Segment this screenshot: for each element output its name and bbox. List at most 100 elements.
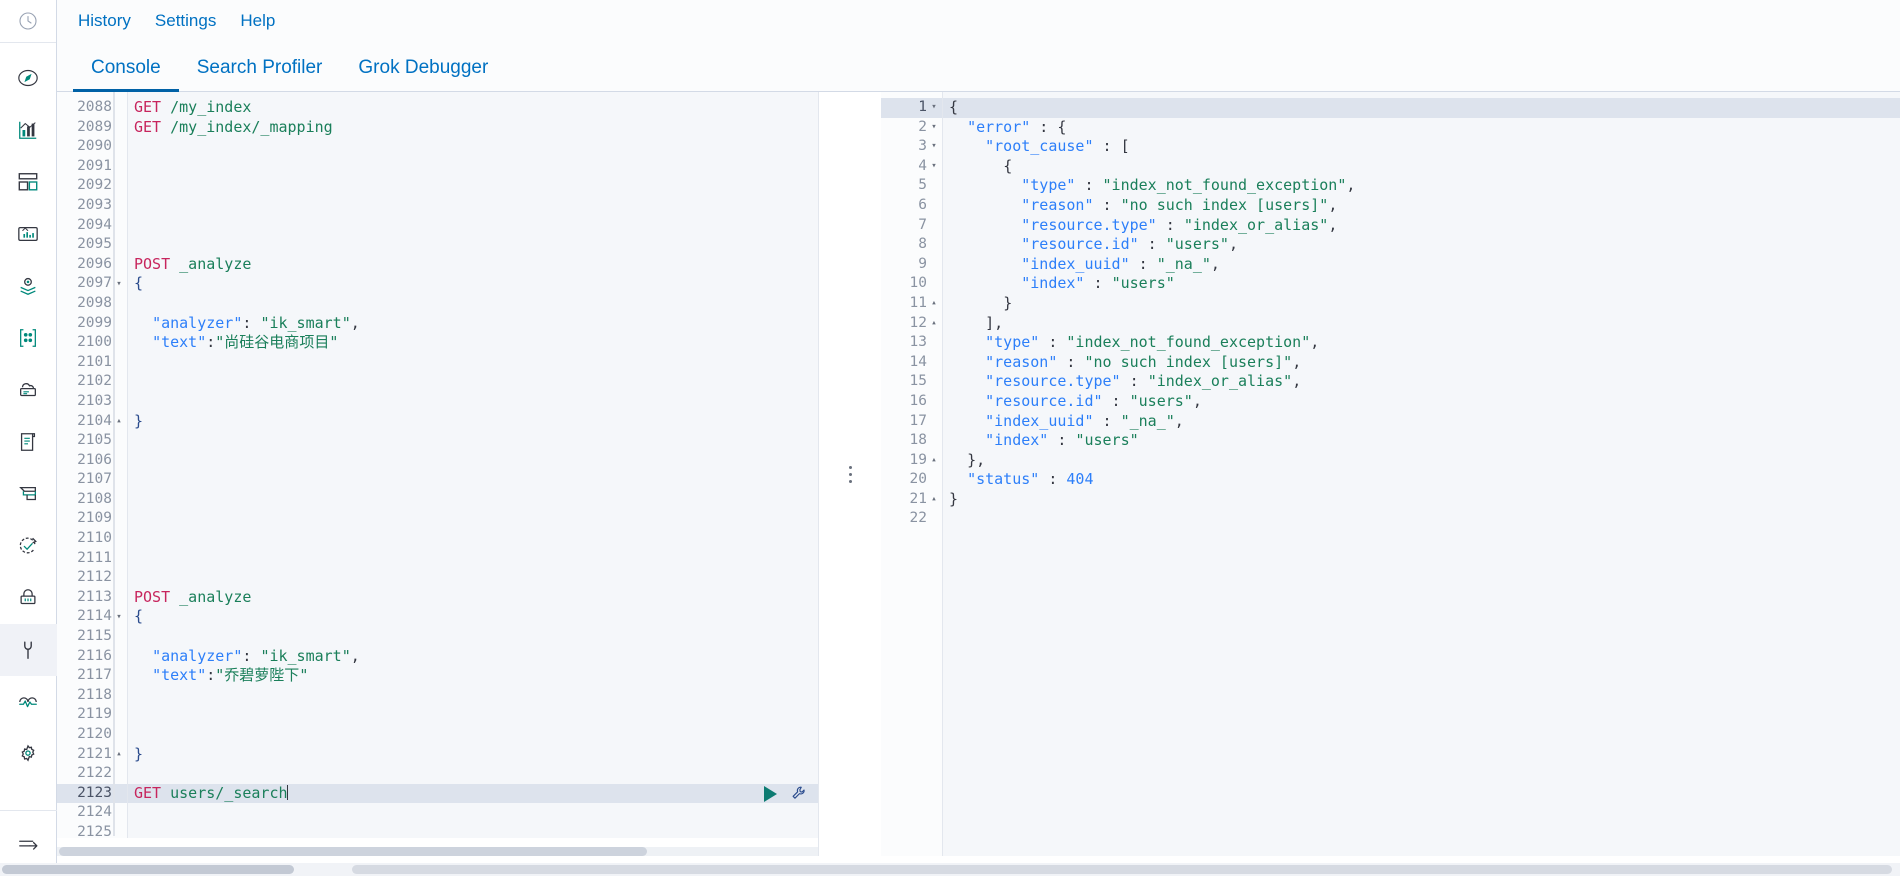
code-line[interactable] xyxy=(128,803,818,823)
code-line[interactable] xyxy=(128,216,818,236)
code-line[interactable]: GET users/_search xyxy=(128,783,818,804)
code-line[interactable]: GET /my_index xyxy=(128,98,818,118)
request-editor-hscrollbar[interactable] xyxy=(57,838,818,856)
code-line[interactable]: { xyxy=(943,98,1900,118)
play-run-icon[interactable] xyxy=(764,785,777,802)
code-line[interactable]: "type" : "index_not_found_exception", xyxy=(943,176,1900,196)
code-line[interactable]: { xyxy=(128,274,818,294)
code-line[interactable]: "index" : "users" xyxy=(943,274,1900,294)
code-line[interactable]: } xyxy=(943,294,1900,314)
sidebar-item-machine-learning[interactable] xyxy=(0,312,57,364)
code-line[interactable] xyxy=(128,627,818,647)
tab-grok-debugger[interactable]: Grok Debugger xyxy=(340,57,506,91)
code-line[interactable]: }, xyxy=(943,451,1900,471)
code-line[interactable] xyxy=(128,764,818,784)
code-line[interactable] xyxy=(128,137,818,157)
code-fold-toggle[interactable]: ▴ xyxy=(115,416,123,426)
code-line[interactable]: } xyxy=(943,490,1900,510)
code-line[interactable]: POST _analyze xyxy=(128,588,818,608)
code-line[interactable]: GET /my_index/_mapping xyxy=(128,118,818,138)
code-fold-toggle[interactable]: ▴ xyxy=(115,749,123,759)
code-line[interactable] xyxy=(128,235,818,255)
sidebar-item-uptime[interactable] xyxy=(0,520,57,572)
code-line[interactable]: "error" : { xyxy=(943,118,1900,138)
panel-resize-handle[interactable] xyxy=(819,92,881,856)
code-line[interactable]: POST _analyze xyxy=(128,255,818,275)
code-line[interactable] xyxy=(128,568,818,588)
code-line[interactable]: "resource.id" : "users", xyxy=(943,235,1900,255)
sidebar-item-canvas[interactable] xyxy=(0,208,57,260)
code-line[interactable]: "text":"尚硅谷电商项目" xyxy=(128,333,818,353)
menu-item-settings[interactable]: Settings xyxy=(143,7,228,35)
code-line[interactable]: ], xyxy=(943,314,1900,334)
page-hscrollbar-thumb-2[interactable] xyxy=(352,865,1892,874)
sidebar-item-security[interactable] xyxy=(0,572,57,624)
menu-item-help[interactable]: Help xyxy=(228,7,287,35)
sidebar-item-maps[interactable] xyxy=(0,260,57,312)
code-line[interactable]: "status" : 404 xyxy=(943,470,1900,490)
code-fold-toggle[interactable]: ▾ xyxy=(930,122,938,132)
code-line[interactable] xyxy=(128,353,818,373)
code-line[interactable]: "reason" : "no such index [users]", xyxy=(943,353,1900,373)
code-line[interactable] xyxy=(128,705,818,725)
code-line[interactable]: "type" : "index_not_found_exception", xyxy=(943,333,1900,353)
code-line[interactable]: "analyzer": "ik_smart", xyxy=(128,647,818,667)
sidebar-item-dev-tools[interactable] xyxy=(0,624,57,676)
page-horizontal-scrollbar[interactable] xyxy=(0,863,1900,876)
code-line[interactable]: "text":"乔碧萝陛下" xyxy=(128,666,818,686)
code-line[interactable] xyxy=(128,470,818,490)
code-line[interactable] xyxy=(128,196,818,216)
code-line[interactable]: "index_uuid" : "_na_", xyxy=(943,412,1900,432)
wrench-settings-icon[interactable] xyxy=(791,785,808,802)
code-line[interactable]: "resource.id" : "users", xyxy=(943,392,1900,412)
tab-console[interactable]: Console xyxy=(73,57,179,92)
tab-search-profiler[interactable]: Search Profiler xyxy=(179,57,341,91)
code-line[interactable] xyxy=(128,294,818,314)
code-fold-toggle[interactable]: ▾ xyxy=(930,142,938,151)
code-line[interactable] xyxy=(943,509,1900,529)
code-line[interactable]: "resource.type" : "index_or_alias", xyxy=(943,372,1900,392)
code-fold-toggle[interactable]: ▾ xyxy=(930,103,938,112)
code-line[interactable]: "index" : "users" xyxy=(943,431,1900,451)
code-line[interactable] xyxy=(128,490,818,510)
code-line[interactable]: { xyxy=(128,607,818,627)
response-pane[interactable]: 1 ▾ 2 ▾ 3 ▾ 4 ▾ 5 6 7 8 9 10 11 ▴ 12 ▴ 13 14 15 16 17 18 19 ▴ 20 21… xyxy=(881,92,1900,856)
code-line[interactable]: "reason" : "no such index [users]", xyxy=(943,196,1900,216)
code-fold-toggle[interactable]: ▾ xyxy=(115,612,123,622)
menu-item-history[interactable]: History xyxy=(66,7,143,35)
code-line[interactable] xyxy=(128,725,818,745)
code-fold-toggle[interactable]: ▾ xyxy=(930,162,938,171)
code-line[interactable] xyxy=(128,509,818,529)
code-line[interactable] xyxy=(128,451,818,471)
recently-viewed-button[interactable] xyxy=(0,0,56,43)
code-line[interactable] xyxy=(128,157,818,177)
sidebar-item-apm[interactable] xyxy=(0,468,57,520)
code-line[interactable] xyxy=(128,686,818,706)
code-fold-toggle[interactable]: ▴ xyxy=(930,318,938,328)
code-line[interactable]: "analyzer": "ik_smart", xyxy=(128,314,818,334)
code-line[interactable] xyxy=(128,176,818,196)
sidebar-item-infrastructure[interactable] xyxy=(0,364,57,416)
code-fold-toggle[interactable]: ▴ xyxy=(930,299,938,308)
request-editor-pane[interactable]: 2088 2089 2090 2091 2092 2093 2094 2095 2096 2097… xyxy=(57,92,819,856)
code-line[interactable] xyxy=(128,392,818,412)
code-fold-toggle[interactable]: ▾ xyxy=(115,279,123,289)
request-code-area[interactable]: GET /my_index GET /my_index/_mapping POST … xyxy=(128,92,818,856)
code-line[interactable]: "root_cause" : [ xyxy=(943,137,1900,157)
code-line[interactable]: "resource.type" : "index_or_alias", xyxy=(943,216,1900,236)
code-line[interactable]: { xyxy=(943,157,1900,177)
code-line[interactable] xyxy=(128,372,818,392)
code-fold-toggle[interactable]: ▴ xyxy=(930,495,938,504)
code-line[interactable]: } xyxy=(128,412,818,432)
sidebar-item-dashboard[interactable] xyxy=(0,156,57,208)
code-line[interactable] xyxy=(128,529,818,549)
code-line[interactable] xyxy=(128,549,818,569)
sidebar-item-management[interactable] xyxy=(0,728,57,780)
sidebar-item-logs[interactable] xyxy=(0,416,57,468)
code-fold-toggle[interactable]: ▴ xyxy=(930,455,938,465)
sidebar-item-discover[interactable] xyxy=(0,52,57,104)
code-line[interactable] xyxy=(128,431,818,451)
sidebar-item-monitoring[interactable] xyxy=(0,676,57,728)
code-line[interactable]: } xyxy=(128,745,818,765)
page-hscrollbar-thumb[interactable] xyxy=(2,865,294,874)
